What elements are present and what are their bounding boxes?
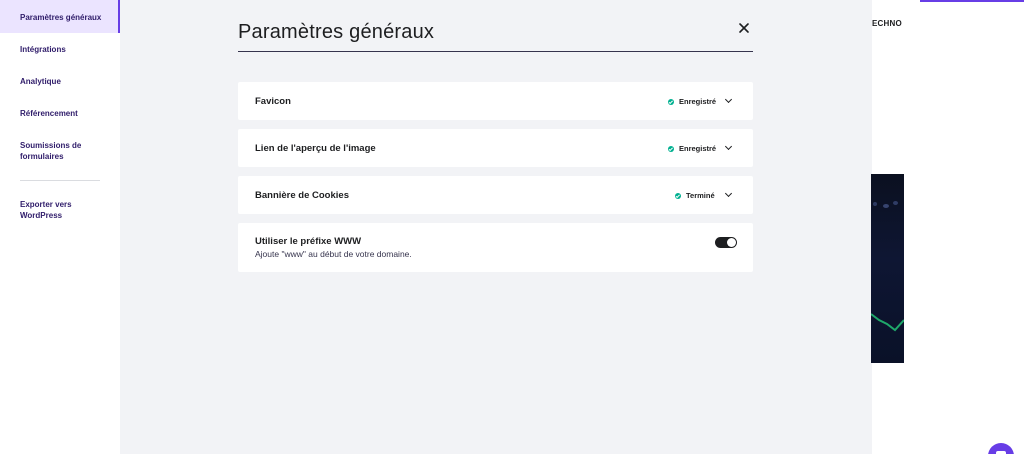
check-circle-icon bbox=[668, 98, 674, 105]
chevron-down-icon[interactable] bbox=[724, 189, 733, 198]
sidebar-item-analytics[interactable]: Analytique bbox=[20, 76, 61, 87]
site-brand: ECHNO bbox=[872, 19, 902, 28]
card-label: Lien de l'aperçu de l'image bbox=[255, 143, 376, 154]
card-label: Utiliser le préfixe WWW bbox=[255, 236, 362, 247]
sidebar-item-form-submissions[interactable]: Soumissions de formulaires bbox=[20, 140, 100, 162]
sidebar-item-seo[interactable]: Référencement bbox=[20, 108, 78, 119]
check-circle-icon bbox=[668, 145, 674, 152]
settings-panel: Paramètres généraux Favicon Enregistré L… bbox=[120, 0, 872, 454]
status-badge: Enregistré bbox=[668, 144, 716, 153]
sidebar-item-general-settings[interactable]: Paramètres généraux bbox=[20, 12, 101, 23]
preview-accent-bar bbox=[920, 0, 1024, 2]
status-text: Enregistré bbox=[679, 144, 717, 153]
site-preview: ECHNO bbox=[871, 0, 1024, 454]
status-badge: Terminé bbox=[675, 191, 715, 200]
page-title: Paramètres généraux bbox=[238, 21, 435, 43]
card-description: Ajoute "www" au début de votre domaine. bbox=[255, 249, 412, 259]
check-circle-icon bbox=[675, 192, 681, 199]
image-preview-link-card[interactable]: Lien de l'aperçu de l'image Enregistré bbox=[238, 129, 753, 167]
toggle-knob bbox=[727, 238, 736, 247]
title-divider bbox=[238, 51, 753, 52]
status-text: Terminé bbox=[686, 191, 715, 200]
chevron-down-icon[interactable] bbox=[724, 142, 733, 151]
sidebar-divider bbox=[20, 180, 100, 181]
sidebar-item-integrations[interactable]: Intégrations bbox=[20, 44, 66, 55]
hero-image bbox=[871, 174, 904, 363]
chart-line-graphic bbox=[871, 313, 904, 332]
close-icon[interactable] bbox=[737, 21, 751, 35]
www-prefix-card: Utiliser le préfixe WWW Ajoute "www" au … bbox=[238, 223, 753, 272]
card-label: Bannière de Cookies bbox=[255, 190, 349, 201]
chevron-down-icon[interactable] bbox=[724, 95, 733, 104]
card-label: Favicon bbox=[255, 96, 291, 107]
status-text: Enregistré bbox=[679, 97, 717, 106]
settings-sidebar: Paramètres généraux Intégrations Analyti… bbox=[0, 0, 120, 454]
sidebar-item-export-wordpress[interactable]: Exporter vers WordPress bbox=[20, 199, 100, 221]
chat-icon[interactable] bbox=[988, 443, 1014, 454]
favicon-card[interactable]: Favicon Enregistré bbox=[238, 82, 753, 120]
cookie-banner-card[interactable]: Bannière de Cookies Terminé bbox=[238, 176, 753, 214]
status-badge: Enregistré bbox=[668, 97, 716, 106]
www-prefix-toggle[interactable] bbox=[715, 237, 737, 248]
